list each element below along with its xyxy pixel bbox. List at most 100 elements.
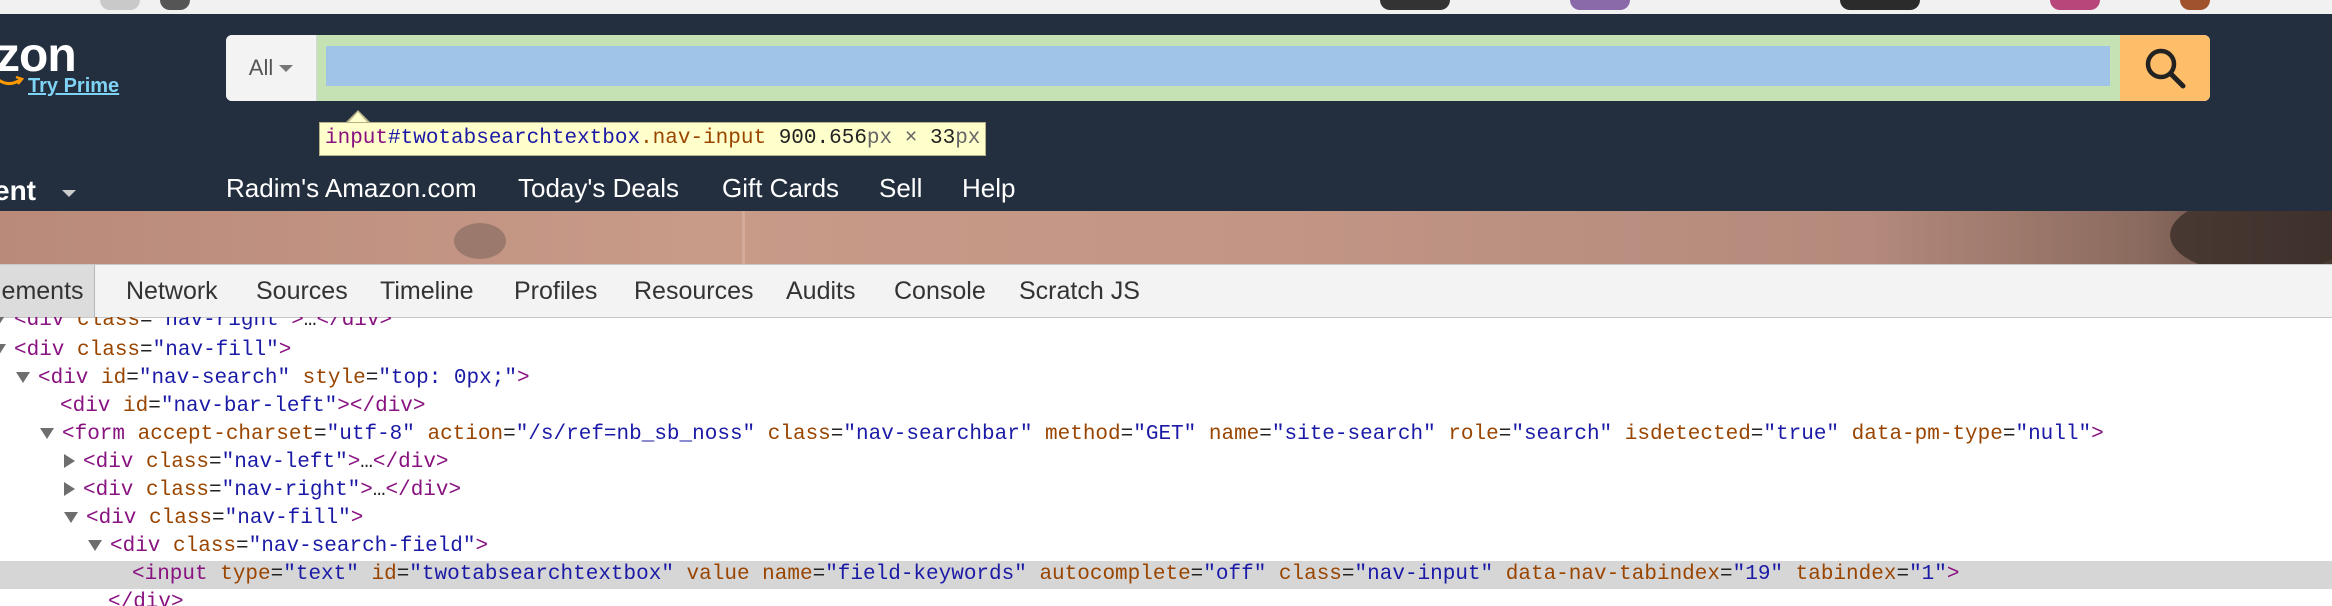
dom-tree-panel: <div class="nav-right">…</div> <div class… [0, 317, 2332, 606]
disclosure-collapsed-icon[interactable] [64, 454, 75, 469]
dom-equals: = [212, 507, 225, 530]
dom-node[interactable]: <div class="nav-search-field"> [0, 533, 2332, 561]
dom-attr-value: "1" [1909, 563, 1947, 586]
disclosure-expanded-icon[interactable] [40, 427, 54, 439]
dom-attr-value: "true" [1763, 423, 1840, 446]
try-prime-link[interactable]: Try Prime [28, 74, 119, 98]
dom-attr-name: role [1435, 423, 1499, 446]
dom-equals: = [126, 367, 139, 390]
dom-tag: </div [108, 591, 172, 606]
dom-attr-name: class [1266, 563, 1342, 586]
dom-attr-value: "nav-fill" [152, 339, 279, 362]
dom-tag: </div [316, 317, 380, 332]
dom-tag: > [435, 451, 449, 474]
disclosure-expanded-icon[interactable] [88, 539, 102, 551]
dom-tag: <form [62, 423, 126, 446]
dom-tag: <div [14, 339, 65, 362]
dom-node[interactable]: <div id="nav-search" style="top: 0px;"> [0, 365, 2332, 393]
search-input[interactable] [326, 46, 2110, 86]
tab-network[interactable]: Network [126, 265, 218, 317]
disclosure-expanded-icon[interactable] [0, 317, 6, 325]
dom-tag: > [360, 479, 373, 502]
dom-equals: = [1896, 563, 1910, 586]
tab-profiles[interactable]: Profiles [514, 265, 597, 317]
caret-down-icon [62, 190, 76, 197]
dom-attr-name: isdetected [1612, 423, 1751, 446]
search-button[interactable] [2120, 35, 2210, 101]
dom-attr-value: "nav-search-field" [248, 535, 476, 558]
element-inspector-tooltip: input#twotabsearchtextbox.nav-input 900.… [319, 122, 987, 156]
dom-tag: <div [14, 317, 65, 332]
dom-attr-name: class [64, 339, 141, 362]
dom-tag: </div [349, 395, 413, 418]
dom-attr-value: "19" [1732, 563, 1784, 586]
dom-attr-value: "nav-search" [138, 367, 291, 390]
nav-link-gift-cards[interactable]: Gift Cards [722, 173, 839, 204]
dom-attr-name: class [133, 451, 210, 474]
disclosure-expanded-icon[interactable] [0, 343, 6, 355]
tooltip-height-unit: px [955, 127, 981, 150]
dom-tag: > [516, 367, 530, 390]
nav-link-sell[interactable]: Sell [879, 173, 922, 204]
dom-attr-name: accept-charset [125, 423, 315, 446]
dom-tag: > [291, 317, 304, 332]
dom-node[interactable]: <div class="nav-fill"> [0, 505, 2332, 533]
product-thumb [2050, 0, 2100, 10]
dom-attr-value: "utf-8" [326, 423, 415, 446]
nav-belt: ent Radim's Amazon.com Today's Deals Gif… [0, 161, 2332, 211]
dom-tag: <input [132, 563, 208, 586]
dom-tag: > [379, 317, 393, 332]
nav-link-help[interactable]: Help [962, 173, 1015, 204]
dom-attr-value: "text" [283, 563, 359, 586]
dom-node-selected[interactable]: <input type="text" id="twotabsearchtextb… [0, 561, 2332, 589]
dom-attr-name: name [1196, 423, 1260, 446]
dom-node[interactable]: <div id="nav-bar-left"></div> [0, 393, 2332, 421]
dom-node[interactable]: <div class="nav-left">…</div> [0, 449, 2332, 477]
dom-equals: = [830, 423, 844, 446]
tab-elements[interactable]: lements [0, 265, 95, 317]
dom-attr-name: action [414, 423, 504, 446]
dom-equals: = [503, 423, 516, 446]
dom-node[interactable]: <div class="nav-fill"> [0, 337, 2332, 365]
dom-attr-name: class [133, 479, 210, 502]
product-thumb [1380, 0, 1450, 10]
dom-equals: = [365, 367, 379, 390]
dom-equals: = [1341, 563, 1355, 586]
tab-console[interactable]: Console [894, 265, 986, 317]
dom-tag: > [412, 395, 426, 418]
dom-attr-name: class [136, 507, 213, 530]
dom-tag: <div [110, 535, 161, 558]
disclosure-collapsed-icon[interactable] [64, 482, 75, 497]
dom-tag: > [337, 395, 350, 418]
search-scope-dropdown[interactable]: All [226, 35, 317, 101]
dom-equals: = [314, 423, 327, 446]
dom-node[interactable]: <div class="nav-right">…</div> [0, 317, 2332, 335]
amazon-smile-icon [0, 75, 24, 85]
hero-banner-image[interactable] [0, 211, 2332, 264]
tab-timeline[interactable]: Timeline [380, 265, 474, 317]
dom-attr-name: data-nav-tabindex [1493, 563, 1720, 586]
search-bar: All [226, 35, 2210, 101]
dom-tag: <div [83, 479, 134, 502]
tab-audits[interactable]: Audits [786, 265, 855, 317]
dom-node[interactable]: <form accept-charset="utf-8" action="/s/… [0, 421, 2332, 449]
dom-node[interactable]: </div> [0, 589, 2332, 606]
dom-attr-value: "site-search" [1271, 423, 1436, 446]
dom-attr-value: "off" [1203, 563, 1267, 586]
tab-sources[interactable]: Sources [256, 265, 348, 317]
disclosure-expanded-icon[interactable] [64, 511, 78, 523]
department-menu[interactable]: ent [0, 175, 36, 207]
tab-scratch-js[interactable]: Scratch JS [1019, 265, 1140, 317]
dom-node[interactable]: <div class="nav-right">…</div> [0, 477, 2332, 505]
dom-tag: <div [38, 367, 89, 390]
dom-equals: = [1190, 563, 1204, 586]
dom-attr-value: "nav-left" [221, 451, 348, 474]
tab-resources[interactable]: Resources [634, 265, 754, 317]
nav-link-your-amazon[interactable]: Radim's Amazon.com [226, 173, 477, 204]
dom-attr-name: method [1032, 423, 1121, 446]
disclosure-expanded-icon[interactable] [16, 371, 30, 383]
top-product-strip [0, 0, 2332, 14]
nav-link-todays-deals[interactable]: Today's Deals [518, 173, 679, 204]
dom-attr-value: "twotabsearchtextbox" [409, 563, 674, 586]
dom-attr-name: class [160, 535, 237, 558]
